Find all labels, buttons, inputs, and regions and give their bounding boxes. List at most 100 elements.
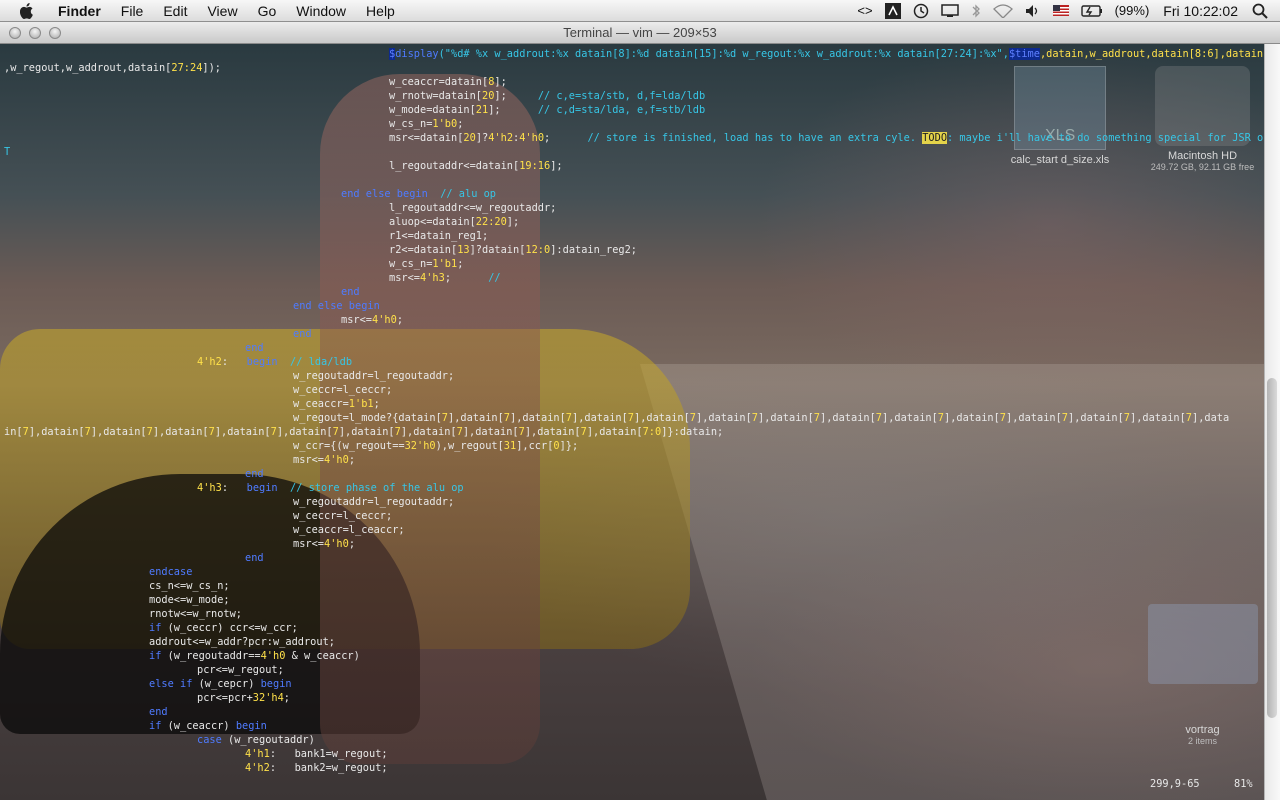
- code-token: TODO: [922, 132, 948, 144]
- display-icon[interactable]: [935, 0, 965, 22]
- code-token: msr<=: [341, 314, 372, 326]
- battery-icon[interactable]: [1075, 0, 1109, 22]
- code-token: 32'h4: [252, 692, 284, 704]
- stats-menu-icon[interactable]: [879, 0, 907, 22]
- terminal-window: Terminal — vim — 209×53 XLS calc_start d…: [0, 22, 1280, 800]
- volume-icon[interactable]: [1019, 0, 1047, 22]
- code-token: T: [4, 146, 11, 158]
- code-token: endcase: [149, 566, 193, 578]
- code-line: end: [341, 285, 360, 299]
- menu-go[interactable]: Go: [248, 0, 287, 22]
- terminal-scrollbar[interactable]: [1264, 44, 1280, 800]
- code-token: & w_ceaccr): [285, 650, 360, 662]
- code-token: 7:0: [642, 426, 662, 438]
- code-line: l_regoutaddr<=w_regoutaddr;: [389, 201, 556, 215]
- menu-window[interactable]: Window: [286, 0, 356, 22]
- code-line: if (w_ceccr) ccr<=w_ccr;: [149, 621, 298, 635]
- menu-help[interactable]: Help: [356, 0, 405, 22]
- menu-file[interactable]: File: [111, 0, 154, 22]
- code-token: ;: [396, 314, 404, 326]
- code-token: begin: [235, 720, 267, 732]
- bluetooth-icon[interactable]: [965, 0, 987, 22]
- code-token: mode<=w_mode;: [149, 594, 230, 606]
- menu-app-finder[interactable]: Finder: [48, 0, 111, 22]
- code-line: mode<=w_mode;: [149, 593, 230, 607]
- code-token: 4'h0: [372, 314, 397, 326]
- code-token: : maybe i'll have to do something specia…: [947, 132, 1264, 144]
- code-token: ],datain[: [510, 412, 566, 424]
- code-token: w_regout=l_mode?{datain[: [293, 412, 442, 424]
- code-token: ]?: [475, 132, 489, 144]
- menubar: Finder File Edit View Go Window Help <>: [0, 0, 1280, 22]
- time-machine-icon[interactable]: [907, 0, 935, 22]
- code-token: end else begin: [293, 300, 380, 312]
- vim-editor-buffer[interactable]: $display("%d# %x w_addrout:%x datain[8]:…: [0, 44, 1264, 800]
- code-token: ],datain[: [820, 412, 876, 424]
- menu-view[interactable]: View: [197, 0, 247, 22]
- code-token: ],datain[: [758, 412, 814, 424]
- code-line: end: [293, 327, 312, 341]
- code-brackets-icon[interactable]: <>: [851, 0, 878, 22]
- code-token: // alu op: [440, 188, 496, 200]
- code-line: end else begin // alu op: [341, 187, 496, 201]
- code-token: end: [245, 342, 264, 354]
- code-line: addrout<=w_addr?pcr:w_addrout;: [149, 635, 335, 649]
- menu-edit[interactable]: Edit: [153, 0, 197, 22]
- code-line: 4'h3: begin // store phase of the alu op: [197, 481, 464, 495]
- code-line: msr<=4'h0;: [293, 537, 355, 551]
- menubar-clock[interactable]: Fri 10:22:02: [1155, 0, 1246, 22]
- code-token: (w_regoutaddr): [221, 734, 315, 746]
- code-token: 4'h0: [519, 132, 545, 144]
- code-token: cs_n<=w_cs_n;: [149, 580, 230, 592]
- code-token: end: [245, 552, 264, 564]
- code-token: 20: [482, 90, 495, 102]
- code-token: case: [197, 734, 222, 746]
- code-token: ;: [457, 118, 464, 130]
- code-line: w_ccr={(w_regout==32'h0),w_regout[31],cc…: [293, 439, 578, 453]
- code-line: w_ceccr=l_ceccr;: [293, 509, 392, 523]
- code-token: ],datain[: [634, 412, 690, 424]
- code-token: l_regoutaddr<=datain[: [389, 160, 520, 172]
- wifi-icon[interactable]: [987, 0, 1019, 22]
- battery-percent[interactable]: (99%): [1109, 0, 1156, 22]
- code-line: w_mode=datain[21]; // c,d=sta/lda, e,f=s…: [389, 103, 705, 117]
- code-line: in[7],datain[7],datain[7],datain[7],data…: [4, 425, 723, 439]
- code-token: (w_cepcr): [192, 678, 261, 690]
- terminal-content[interactable]: XLS calc_start d_size.xls Macintosh HD 2…: [0, 44, 1264, 800]
- code-token: ;: [348, 538, 356, 550]
- code-token: w_mode=datain[: [389, 104, 476, 116]
- window-titlebar[interactable]: Terminal — vim — 209×53: [0, 22, 1280, 44]
- code-token: // c,d=sta/lda, e,f=stb/ldb: [537, 104, 706, 116]
- code-line: r2<=datain[13]?datain[12:0]:datain_reg2;: [389, 243, 637, 257]
- code-line: msr<=4'h3; //: [389, 271, 501, 285]
- code-token: begin: [246, 356, 278, 368]
- code-token: ],data: [1192, 412, 1230, 424]
- code-line: w_regoutaddr=l_regoutaddr;: [293, 369, 454, 383]
- code-token: 19:16: [519, 160, 551, 172]
- code-token: else if: [149, 678, 193, 690]
- code-token: // c,e=sta/stb, d,f=lda/ldb: [537, 90, 706, 102]
- code-line: if (w_regoutaddr==4'h0 & w_ceaccr): [149, 649, 360, 663]
- code-token: w_rnotw=datain[: [389, 90, 482, 102]
- code-token: end: [245, 468, 264, 480]
- code-token: ],datain[: [882, 412, 938, 424]
- code-line: w_ceaccr=datain[8];: [389, 75, 507, 89]
- code-token: ],datain[: [462, 426, 519, 438]
- code-line: msr<=datain[20]?4'h2:4'h0; // store is f…: [389, 131, 1264, 145]
- code-line: ,w_regout,w_addrout,datain[27:24]);: [4, 61, 221, 75]
- scrollbar-thumb[interactable]: [1267, 378, 1277, 718]
- code-token: ],datain[: [696, 412, 752, 424]
- code-token: if: [149, 720, 162, 732]
- code-token: 1'b0: [432, 118, 458, 130]
- code-token: 1'b1: [348, 398, 374, 410]
- code-token: 1'b1: [432, 258, 458, 270]
- spotlight-search-icon[interactable]: [1246, 0, 1280, 22]
- code-token: ];: [488, 104, 538, 116]
- apple-menu-icon[interactable]: [16, 0, 38, 22]
- code-token: 4'h3: [420, 272, 445, 284]
- code-token: ),w_regout[: [435, 440, 504, 452]
- us-flag-icon[interactable]: [1047, 0, 1075, 22]
- code-token: ];: [494, 90, 538, 102]
- code-token: ],datain[: [90, 426, 147, 438]
